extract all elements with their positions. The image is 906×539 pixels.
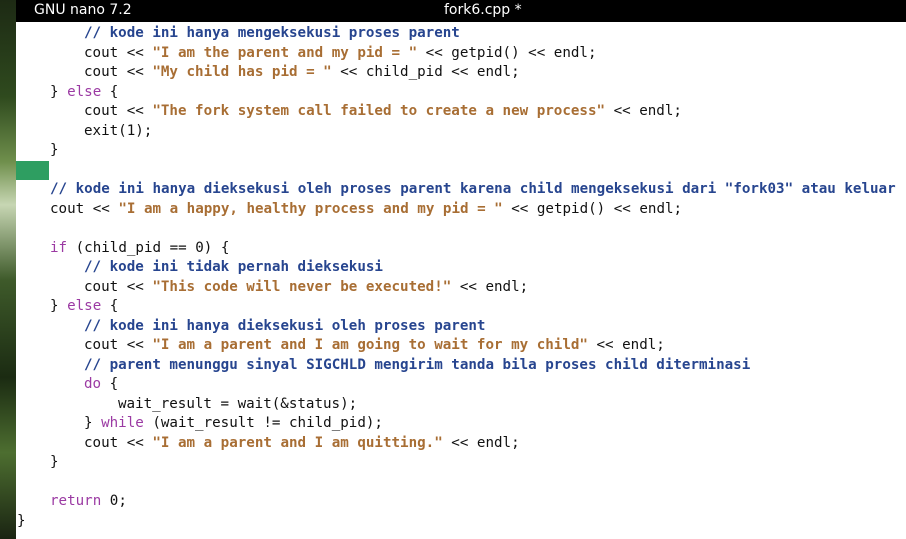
- code-line[interactable]: }: [50, 453, 59, 472]
- code-line[interactable]: }: [50, 141, 59, 160]
- code-token: return: [50, 493, 102, 509]
- desktop-background-strip: [0, 0, 16, 539]
- code-token: << child_pid << endl;: [331, 64, 520, 80]
- code-line[interactable]: // kode ini tidak pernah dieksekusi: [84, 258, 383, 277]
- code-token: }: [50, 454, 59, 470]
- code-line[interactable]: } while (wait_result != child_pid);: [84, 414, 383, 433]
- code-line[interactable]: cout << "I am a parent and I am going to…: [84, 336, 665, 355]
- code-token: else: [67, 83, 102, 100]
- code-token: do: [84, 376, 102, 392]
- code-line[interactable]: do {: [84, 375, 118, 394]
- code-line[interactable]: cout << "The fork system call failed to …: [84, 102, 682, 121]
- code-line[interactable]: cout << "I am a happy, healthy process a…: [50, 200, 682, 219]
- code-token: exit(1);: [84, 122, 153, 139]
- code-token: // parent menunggu sinyal SIGCHLD mengir…: [84, 356, 751, 373]
- code-line[interactable]: cout << "This code will never be execute…: [84, 278, 528, 297]
- code-line[interactable]: return 0;: [50, 492, 127, 511]
- closing-brace: }: [17, 513, 26, 529]
- code-token: << getpid() << endl;: [417, 44, 597, 61]
- code-line[interactable]: if (child_pid == 0) {: [50, 239, 229, 258]
- code-token: wait_result = wait(&status);: [118, 395, 358, 412]
- code-token: {: [101, 376, 119, 392]
- code-line[interactable]: // kode ini hanya mengeksekusi proses pa…: [84, 24, 460, 43]
- code-line[interactable]: cout << "My child has pid = " << child_p…: [84, 63, 520, 82]
- code-line[interactable]: cout << "I am a parent and I am quitting…: [84, 434, 520, 453]
- code-line[interactable]: } else {: [50, 83, 118, 102]
- code-token: cout <<: [84, 434, 153, 451]
- code-token: "The fork system call failed to create a…: [152, 103, 606, 119]
- code-token: "This code will never be executed!": [152, 278, 452, 295]
- code-token: "My child has pid = ": [152, 64, 332, 80]
- code-token: "I am the parent and my pid = ": [152, 44, 418, 61]
- code-token: "I am a parent and I am quitting.": [152, 434, 443, 451]
- code-line[interactable]: wait_result = wait(&status);: [118, 395, 357, 414]
- code-token: // kode ini hanya dieksekusi oleh proses…: [84, 317, 486, 334]
- code-line[interactable]: // kode ini hanya dieksekusi oleh proses…: [84, 317, 485, 336]
- code-line[interactable]: exit(1);: [84, 122, 152, 141]
- code-token: while: [101, 415, 144, 431]
- code-editor-area[interactable]: // kode ini hanya mengeksekusi proses pa…: [16, 24, 906, 539]
- code-token: else: [67, 298, 102, 314]
- code-line[interactable]: // parent menunggu sinyal SIGCHLD mengir…: [84, 356, 750, 375]
- file-name: fork6.cpp *: [444, 2, 522, 18]
- code-token: {: [101, 298, 119, 314]
- code-line[interactable]: cout << "I am the parent and my pid = " …: [84, 44, 597, 63]
- code-token: }: [50, 83, 68, 100]
- code-token: // kode ini hanya mengeksekusi proses pa…: [84, 25, 460, 41]
- code-token: // kode ini hanya dieksekusi oleh proses…: [50, 181, 896, 197]
- editor-version: GNU nano 7.2: [34, 2, 132, 18]
- code-token: if: [50, 239, 68, 256]
- terminal-window[interactable]: GNU nano 7.2 fork6.cpp * // kode ini han…: [16, 0, 906, 539]
- code-line[interactable]: } else {: [50, 297, 118, 316]
- code-token: << endl;: [605, 103, 682, 119]
- code-token: (child_pid == 0) {: [67, 239, 230, 256]
- text-cursor: [16, 161, 49, 180]
- code-token: cout <<: [50, 200, 119, 217]
- code-token: 0;: [101, 493, 127, 509]
- code-token: << endl;: [442, 434, 520, 451]
- code-token: }: [84, 415, 102, 431]
- code-token: }: [50, 298, 68, 314]
- code-token: // kode ini tidak pernah dieksekusi: [84, 259, 383, 275]
- code-token: cout <<: [84, 103, 153, 119]
- code-token: }: [50, 142, 59, 158]
- code-token: cout <<: [84, 44, 153, 61]
- code-token: "I am a parent and I am going to wait fo…: [152, 337, 588, 353]
- code-line[interactable]: // kode ini hanya dieksekusi oleh proses…: [50, 180, 896, 199]
- code-token: cout <<: [84, 64, 153, 80]
- nano-title-bar: GNU nano 7.2 fork6.cpp *: [16, 0, 906, 22]
- code-token: "I am a happy, healthy process and my pi…: [118, 200, 503, 217]
- code-token: cout <<: [84, 337, 153, 353]
- code-token: << getpid() << endl;: [502, 200, 683, 217]
- code-token: (wait_result != child_pid);: [143, 415, 383, 431]
- code-token: {: [101, 83, 119, 100]
- code-token: cout <<: [84, 278, 153, 295]
- code-token: << endl;: [451, 278, 529, 295]
- code-token: << endl;: [587, 337, 665, 353]
